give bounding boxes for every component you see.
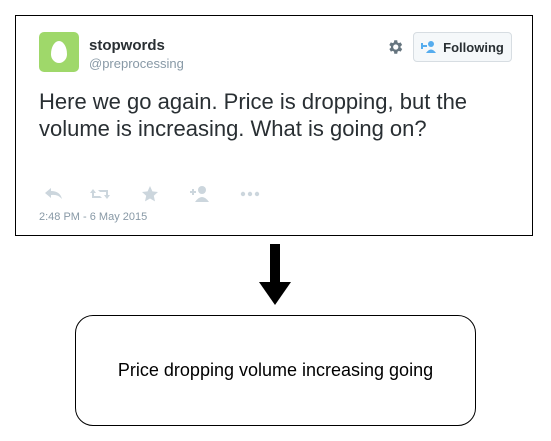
retweet-icon[interactable]	[89, 185, 111, 203]
tweet-card: stopwords @preprocessing Following Here …	[15, 15, 533, 236]
tweet-text: Here we go again. Price is dropping, but…	[39, 89, 468, 141]
follow-user-icon[interactable]	[189, 185, 211, 203]
egg-avatar-icon	[51, 41, 67, 63]
stopword-removed-result-box: Price dropping volume increasing going	[75, 315, 476, 426]
reply-icon[interactable]	[43, 185, 65, 203]
following-button[interactable]: Following	[413, 32, 512, 62]
user-handle[interactable]: @preprocessing	[89, 56, 184, 71]
tweet-timestamp[interactable]: 2:48 PM - 6 May 2015	[39, 211, 147, 223]
following-label: Following	[443, 39, 504, 55]
favorite-star-icon[interactable]	[139, 185, 161, 203]
user-check-icon	[421, 41, 437, 53]
avatar[interactable]	[39, 32, 79, 72]
down-arrow-icon	[259, 244, 291, 305]
more-dots-icon[interactable]	[239, 185, 261, 203]
gear-icon[interactable]	[386, 38, 404, 56]
display-name[interactable]: stopwords	[89, 37, 165, 54]
result-text: Price dropping volume increasing going	[117, 360, 434, 380]
